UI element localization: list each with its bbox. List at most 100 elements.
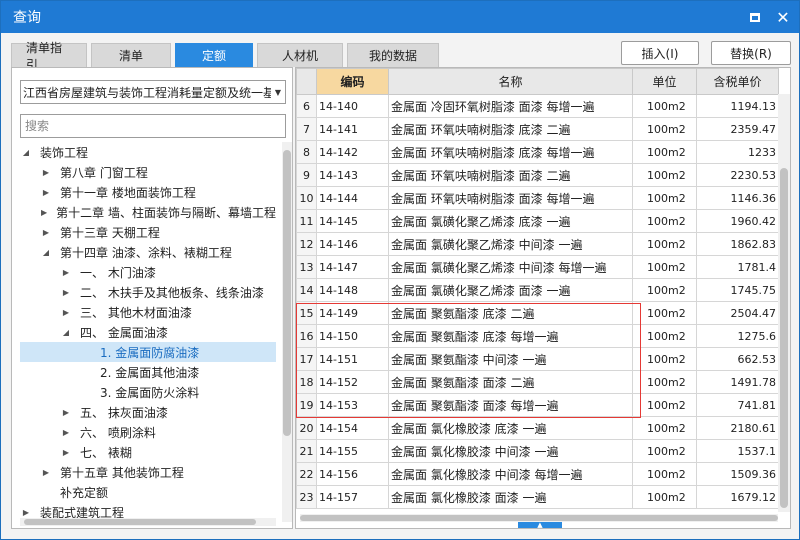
tree-node[interactable]: ▶ 第十一章 楼地面装饰工程 (20, 182, 276, 202)
tree-node[interactable]: ▶ 第十二章 墙、柱面装饰与隔断、幕墙工程 (20, 202, 276, 222)
minimize-icon[interactable] (743, 5, 767, 29)
table-row[interactable]: 16 14-150 金属面 聚氨酯漆 底漆 每增一遍 100m2 1275.6 (296, 324, 779, 348)
expanded-arrow-icon[interactable]: ◢ (40, 248, 52, 257)
tree-node[interactable]: ▶ 第十三章 天棚工程 (20, 222, 276, 242)
table-row[interactable]: 17 14-151 金属面 聚氨酯漆 中间漆 一遍 100m2 662.53 (296, 347, 779, 371)
tree-node[interactable]: ▶ 第十五章 其他装饰工程 (20, 462, 276, 482)
collapsed-arrow-icon[interactable]: ▶ (60, 448, 72, 457)
table-row[interactable]: 18 14-152 金属面 聚氨酯漆 面漆 二遍 100m2 1491.78 (296, 370, 779, 394)
collapsed-arrow-icon[interactable]: ▶ (60, 288, 72, 297)
chevron-down-icon[interactable]: ▼ (271, 88, 285, 97)
expanded-arrow-icon[interactable]: ◢ (60, 328, 72, 337)
tree-node[interactable]: ◢ 第十四章 油漆、涂料、裱糊工程 (20, 242, 276, 262)
library-select-value: 江西省房屋建筑与装饰工程消耗量定额及统一基价表(2017) (23, 85, 271, 100)
table-row[interactable]: 13 14-147 金属面 氯磺化聚乙烯漆 中间漆 每增一遍 100m2 1781.4 (296, 255, 779, 279)
row-index: 10 (296, 186, 317, 210)
tree-node-label: 补充定额 (60, 485, 109, 500)
name-cell: 金属面 氯磺化聚乙烯漆 中间漆 一遍 (388, 232, 633, 256)
table-row[interactable]: 23 14-157 金属面 氯化橡胶漆 面漆 一遍 100m2 1679.12 (296, 485, 779, 509)
tree-node[interactable]: ▶ 三、 其他木材面油漆 (20, 302, 276, 322)
unit-header[interactable]: 单位 (632, 68, 697, 95)
table-row[interactable]: 20 14-154 金属面 氯化橡胶漆 底漆 一遍 100m2 2180.61 (296, 416, 779, 440)
toolbar: 清单指引 清单 定额 人材机 我的数据 插入(I) 替换(R) (11, 41, 791, 72)
tab-quota[interactable]: 定额 (175, 43, 253, 67)
table-row[interactable]: 19 14-153 金属面 聚氨酯漆 面漆 每增一遍 100m2 741.81 (296, 393, 779, 417)
table-row[interactable]: 12 14-146 金属面 氯磺化聚乙烯漆 中间漆 一遍 100m2 1862.83 (296, 232, 779, 256)
collapsed-arrow-icon[interactable]: ▶ (20, 508, 32, 517)
code-cell: 14-140 (316, 94, 389, 118)
collapsed-arrow-icon[interactable]: ▶ (40, 208, 48, 217)
tab-bill-guide[interactable]: 清单指引 (11, 41, 87, 72)
name-header[interactable]: 名称 (388, 68, 633, 95)
table-row[interactable]: 7 14-141 金属面 环氧呋喃树脂漆 底漆 二遍 100m2 2359.47 (296, 117, 779, 141)
tree-node[interactable]: ▶ 一、 木门油漆 (20, 262, 276, 282)
table-row[interactable]: 11 14-145 金属面 氯磺化聚乙烯漆 底漆 一遍 100m2 1960.42 (296, 209, 779, 233)
code-cell: 14-145 (316, 209, 389, 233)
name-cell: 金属面 聚氨酯漆 中间漆 一遍 (388, 347, 633, 371)
name-cell: 金属面 氯磺化聚乙烯漆 底漆 一遍 (388, 209, 633, 233)
code-cell: 14-152 (316, 370, 389, 394)
unit-cell: 100m2 (632, 324, 697, 348)
tab-labor-material-machine[interactable]: 人材机 (257, 43, 343, 67)
tree-node[interactable]: ▶ 六、 喷刷涂料 (20, 422, 276, 442)
tree-node[interactable]: 补充定额 (20, 482, 276, 502)
tree-node[interactable]: ▶ 七、 裱糊 (20, 442, 276, 462)
collapsed-arrow-icon[interactable]: ▶ (40, 188, 52, 197)
code-header[interactable]: 编码 (316, 68, 389, 95)
tab-bill[interactable]: 清单 (91, 43, 171, 67)
tree-node[interactable]: 1. 金属面防腐油漆 (20, 342, 276, 362)
collapsed-arrow-icon[interactable]: ▶ (60, 268, 72, 277)
tree-horizontal-scrollbar[interactable] (20, 518, 276, 526)
replace-button[interactable]: 替换(R) (711, 41, 791, 65)
table-row[interactable]: 14 14-148 金属面 氯磺化聚乙烯漆 面漆 一遍 100m2 1745.75 (296, 278, 779, 302)
row-index: 19 (296, 393, 317, 417)
scroll-thumb[interactable] (24, 519, 256, 525)
scroll-thumb[interactable] (283, 150, 291, 436)
collapsed-arrow-icon[interactable]: ▶ (40, 168, 52, 177)
unit-cell: 100m2 (632, 117, 697, 141)
code-cell: 14-148 (316, 278, 389, 302)
tree-node[interactable]: ◢ 四、 金属面油漆 (20, 322, 276, 342)
chevron-up-icon[interactable]: ▲ (518, 522, 562, 528)
collapsed-arrow-icon[interactable]: ▶ (40, 468, 52, 477)
row-index: 7 (296, 117, 317, 141)
table-row[interactable]: 21 14-155 金属面 氯化橡胶漆 中间漆 一遍 100m2 1537.1 (296, 439, 779, 463)
unit-cell: 100m2 (632, 255, 697, 279)
row-index: 20 (296, 416, 317, 440)
price-cell: 1960.42 (696, 209, 779, 233)
close-icon[interactable]: ✕ (771, 5, 795, 29)
collapsed-arrow-icon[interactable]: ▶ (60, 308, 72, 317)
table-row[interactable]: 15 14-149 金属面 聚氨酯漆 底漆 二遍 100m2 2504.47 (296, 301, 779, 325)
tree-node[interactable]: 3. 金属面防火涂料 (20, 382, 276, 402)
scroll-thumb[interactable] (780, 168, 788, 508)
name-cell: 金属面 聚氨酯漆 底漆 每增一遍 (388, 324, 633, 348)
table-row[interactable]: 9 14-143 金属面 环氧呋喃树脂漆 面漆 二遍 100m2 2230.53 (296, 163, 779, 187)
tree-node[interactable]: ◢ 装饰工程 (20, 142, 276, 162)
collapsed-arrow-icon[interactable]: ▶ (40, 228, 52, 237)
tree-node[interactable]: ▶ 第八章 门窗工程 (20, 162, 276, 182)
table-vertical-scrollbar[interactable] (778, 94, 790, 512)
price-header[interactable]: 含税单价 (696, 68, 779, 95)
collapsed-arrow-icon[interactable]: ▶ (60, 408, 72, 417)
search-input[interactable] (20, 114, 286, 138)
tree-node[interactable]: ▶ 二、 木扶手及其他板条、线条油漆 (20, 282, 276, 302)
table-row[interactable]: 6 14-140 金属面 冷固环氧树脂漆 面漆 每增一遍 100m2 1194.13 (296, 94, 779, 118)
expanded-arrow-icon[interactable]: ◢ (20, 148, 32, 157)
tree-vertical-scrollbar[interactable] (282, 142, 292, 522)
tree-node[interactable]: ▶ 五、 抹灰面油漆 (20, 402, 276, 422)
code-cell: 14-146 (316, 232, 389, 256)
insert-button[interactable]: 插入(I) (621, 41, 699, 65)
table-row[interactable]: 10 14-144 金属面 环氧呋喃树脂漆 面漆 每增一遍 100m2 1146.36 (296, 186, 779, 210)
code-cell: 14-153 (316, 393, 389, 417)
table-row[interactable]: 8 14-142 金属面 环氧呋喃树脂漆 底漆 每增一遍 100m2 1233 (296, 140, 779, 164)
library-select[interactable]: 江西省房屋建筑与装饰工程消耗量定额及统一基价表(2017) ▼ (20, 80, 286, 104)
price-cell: 1679.12 (696, 485, 779, 509)
tree-node[interactable]: 2. 金属面其他油漆 (20, 362, 276, 382)
tab-my-data[interactable]: 我的数据 (347, 43, 439, 67)
collapsed-arrow-icon[interactable]: ▶ (60, 428, 72, 437)
unit-cell: 100m2 (632, 301, 697, 325)
right-panel: 编码 名称 单位 含税单价 6 14-140 金属面 冷固环氧树脂漆 面漆 每增一遍… (295, 67, 791, 529)
row-index: 9 (296, 163, 317, 187)
table-row[interactable]: 22 14-156 金属面 氯化橡胶漆 中间漆 每增一遍 100m2 1509.36 (296, 462, 779, 486)
price-cell: 1233 (696, 140, 779, 164)
